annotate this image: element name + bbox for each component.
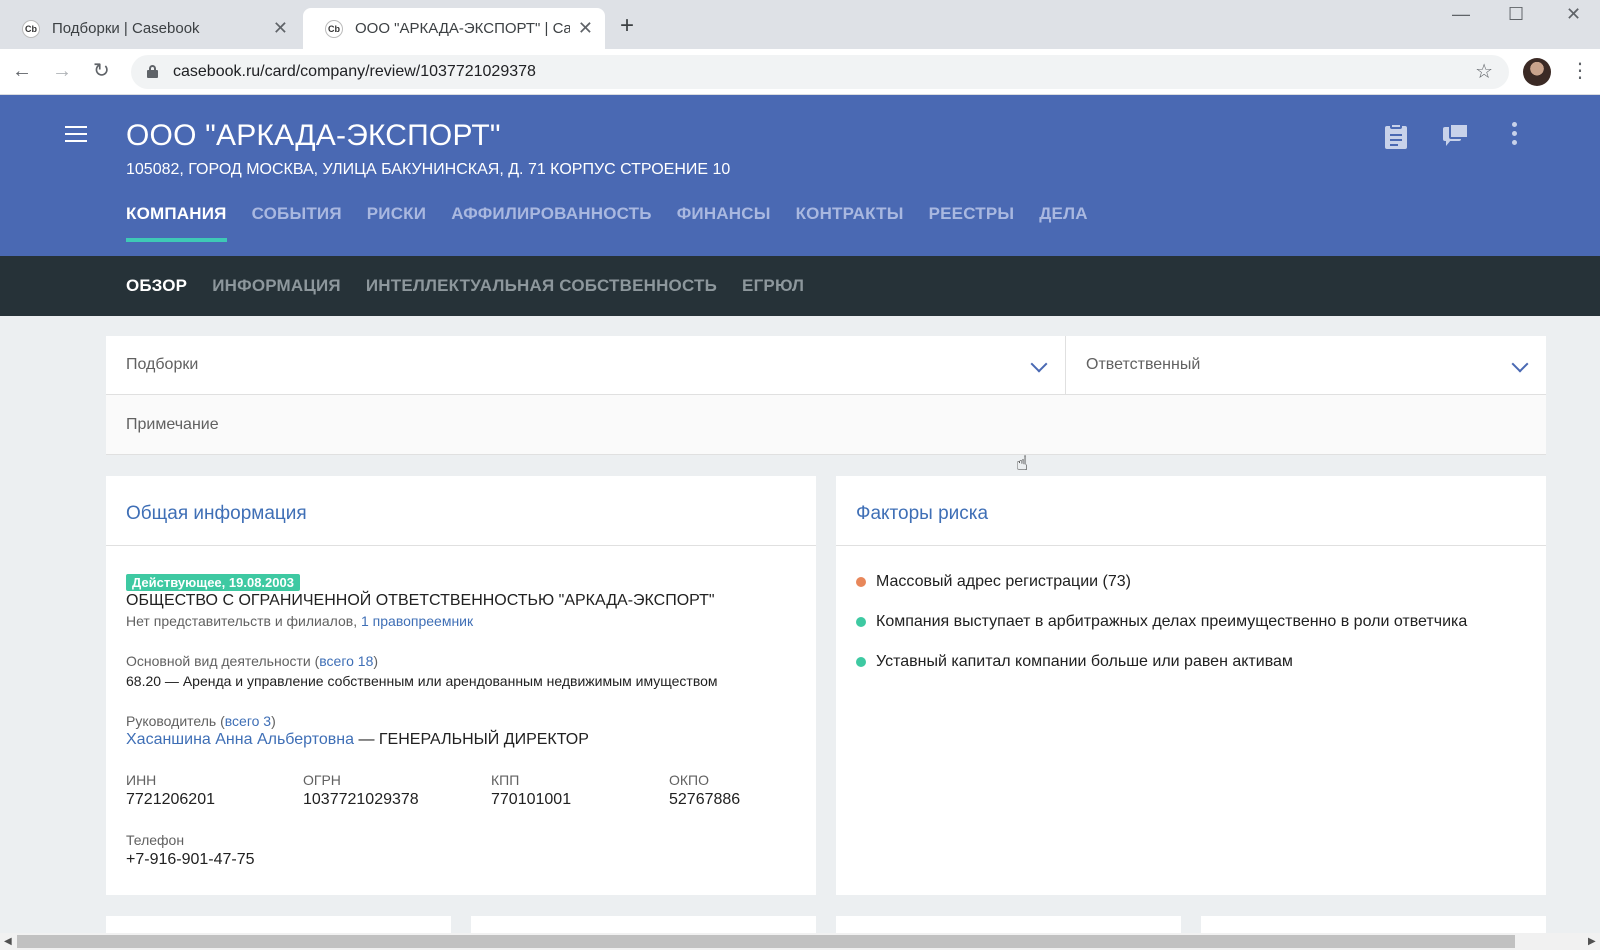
company-full-name: ОБЩЕСТВО С ОГРАНИЧЕННОЙ ОТВЕТСТВЕННОСТЬЮ… — [126, 592, 715, 609]
chat-icon[interactable] — [1443, 123, 1469, 149]
casebook-favicon-icon: Cb — [22, 19, 40, 38]
profile-avatar[interactable] — [1523, 58, 1551, 86]
tab-contracts[interactable]: КОНТРАКТЫ — [796, 204, 904, 242]
head-line: Хасаншина Анна Альбертовна — ГЕНЕРАЛЬНЫЙ… — [126, 731, 589, 749]
note-field[interactable]: Примечание — [106, 395, 1546, 455]
subtab-information[interactable]: ИНФОРМАЦИЯ — [212, 276, 341, 296]
browser-toolbar: ← → ↻ casebook.ru/card/company/review/10… — [0, 49, 1600, 95]
head-name-link[interactable]: Хасаншина Анна Альбертовна — [126, 731, 354, 748]
risk-item[interactable]: Уставный капитал компании больше или рав… — [856, 652, 1467, 672]
tab-company[interactable]: КОМПАНИЯ — [126, 204, 227, 242]
tab-finances[interactable]: ФИНАНСЫ — [677, 204, 771, 242]
scroll-right-icon[interactable]: ▶ — [1588, 936, 1596, 947]
tab-risks[interactable]: РИСКИ — [367, 204, 426, 242]
scroll-left-icon[interactable]: ◀ — [4, 936, 12, 947]
tab-cases[interactable]: ДЕЛА — [1039, 204, 1087, 242]
filters-panel: Подборки Ответственный Примечание — [106, 336, 1546, 455]
activities-count-link[interactable]: всего 18 — [319, 653, 373, 669]
risk-level-dot-icon — [856, 657, 866, 667]
company-header: ООО "АРКАДА-ЭКСПОРТ" 105082, ГОРОД МОСКВ… — [0, 95, 1600, 256]
inn-field: ИНН 7721206201 — [126, 772, 215, 808]
risk-list: Массовый адрес регистрации (73) Компания… — [856, 572, 1467, 692]
successor-link[interactable]: 1 правопреемник — [361, 613, 473, 629]
activity-label: Основной вид деятельности (всего 18) — [126, 653, 379, 669]
okpo-field: ОКПО 52767886 — [669, 772, 741, 808]
address-bar[interactable]: casebook.ru/card/company/review/10377210… — [131, 55, 1509, 89]
tab-affiliation[interactable]: АФФИЛИРОВАННОСТЬ — [451, 204, 652, 242]
ogrn-field: ОГРН 1037721029378 — [303, 772, 419, 808]
risk-item[interactable]: Компания выступает в арбитражных делах п… — [856, 612, 1467, 632]
head-label: Руководитель (всего 3) — [126, 713, 276, 729]
lock-icon — [147, 65, 158, 78]
subtab-overview[interactable]: ОБЗОР — [126, 276, 187, 296]
clipboard-icon[interactable] — [1383, 123, 1409, 149]
card-title[interactable]: Общая информация — [106, 476, 816, 546]
tab-title: ООО "АРКАДА-ЭКСПОРТ" | Casebook — [355, 20, 570, 37]
heads-count-link[interactable]: всего 3 — [225, 713, 271, 729]
risk-factors-card: Факторы риска Массовый адрес регистрации… — [836, 476, 1546, 895]
browser-tab-collections[interactable]: Cb Подборки | Casebook ✕ — [0, 8, 300, 49]
head-role: — ГЕНЕРАЛЬНЫЙ ДИРЕКТОР — [354, 731, 589, 748]
browser-tab-company[interactable]: Cb ООО "АРКАДА-ЭКСПОРТ" | Casebook ✕ — [303, 8, 605, 49]
subtab-intellectual-property[interactable]: ИНТЕЛЛЕКТУАЛЬНАЯ СОБСТВЕННОСТЬ — [366, 276, 717, 296]
responsible-placeholder: Ответственный — [1086, 356, 1201, 373]
branches-info: Нет представительств и филиалов, 1 право… — [126, 613, 474, 629]
forward-icon[interactable]: → — [52, 59, 72, 83]
minimize-icon[interactable]: — — [1452, 4, 1470, 25]
risk-level-dot-icon — [856, 617, 866, 627]
tab-events[interactable]: СОБЫТИЯ — [252, 204, 342, 242]
sub-navigation: ОБЗОР ИНФОРМАЦИЯ ИНТЕЛЛЕКТУАЛЬНАЯ СОБСТВ… — [0, 256, 1600, 316]
chevron-down-icon[interactable] — [1030, 355, 1048, 373]
phone-field: Телефон +7-916-901-47-75 — [126, 832, 255, 868]
browser-tab-bar: Cb Подборки | Casebook ✕ Cb ООО "АРКАДА-… — [0, 0, 1600, 49]
browser-menu-icon[interactable]: ⋮ — [1570, 61, 1590, 81]
more-vert-icon[interactable] — [1512, 122, 1518, 148]
card-title[interactable]: Факторы риска — [836, 476, 1546, 546]
tab-registries[interactable]: РЕЕСТРЫ — [929, 204, 1015, 242]
collections-select[interactable]: Подборки — [106, 336, 1066, 395]
maximize-icon[interactable]: ☐ — [1508, 4, 1524, 25]
general-info-card: Общая информация Действующее, 19.08.2003… — [106, 476, 816, 895]
close-tab-icon[interactable]: ✕ — [273, 19, 288, 37]
collections-placeholder: Подборки — [126, 356, 199, 373]
risk-item[interactable]: Массовый адрес регистрации (73) — [856, 572, 1467, 592]
close-tab-icon[interactable]: ✕ — [578, 19, 593, 37]
tab-title: Подборки | Casebook — [52, 20, 200, 37]
chevron-down-icon[interactable] — [1511, 355, 1529, 373]
company-address: 105082, ГОРОД МОСКВА, УЛИЦА БАКУНИНСКАЯ,… — [126, 161, 731, 178]
back-icon[interactable]: ← — [12, 59, 32, 83]
responsible-select[interactable]: Ответственный — [1066, 336, 1546, 395]
hamburger-menu-icon[interactable] — [65, 126, 87, 142]
scrollbar-thumb[interactable] — [17, 935, 1515, 948]
activity-value: 68.20 — Аренда и управление собственным … — [126, 673, 718, 689]
page-title: ООО "АРКАДА-ЭКСПОРТ" — [126, 119, 501, 152]
new-tab-icon[interactable]: + — [620, 14, 634, 38]
risk-level-dot-icon — [856, 577, 866, 587]
reload-icon[interactable]: ↻ — [93, 59, 110, 83]
bookmark-star-icon[interactable]: ☆ — [1475, 59, 1493, 84]
window-close-icon[interactable]: ✕ — [1566, 4, 1581, 25]
main-tabs: КОМПАНИЯ СОБЫТИЯ РИСКИ АФФИЛИРОВАННОСТЬ … — [126, 204, 1113, 242]
kpp-field: КПП 770101001 — [491, 772, 572, 808]
status-badge: Действующее, 19.08.2003 — [126, 574, 300, 591]
casebook-favicon-icon: Cb — [325, 19, 343, 38]
hand-cursor-icon: ☝ — [1016, 453, 1029, 475]
note-placeholder: Примечание — [126, 416, 219, 433]
horizontal-scrollbar[interactable]: ◀ ▶ — [0, 933, 1600, 950]
url-text[interactable]: casebook.ru/card/company/review/10377210… — [173, 63, 536, 81]
subtab-egrul[interactable]: ЕГРЮЛ — [742, 276, 804, 296]
